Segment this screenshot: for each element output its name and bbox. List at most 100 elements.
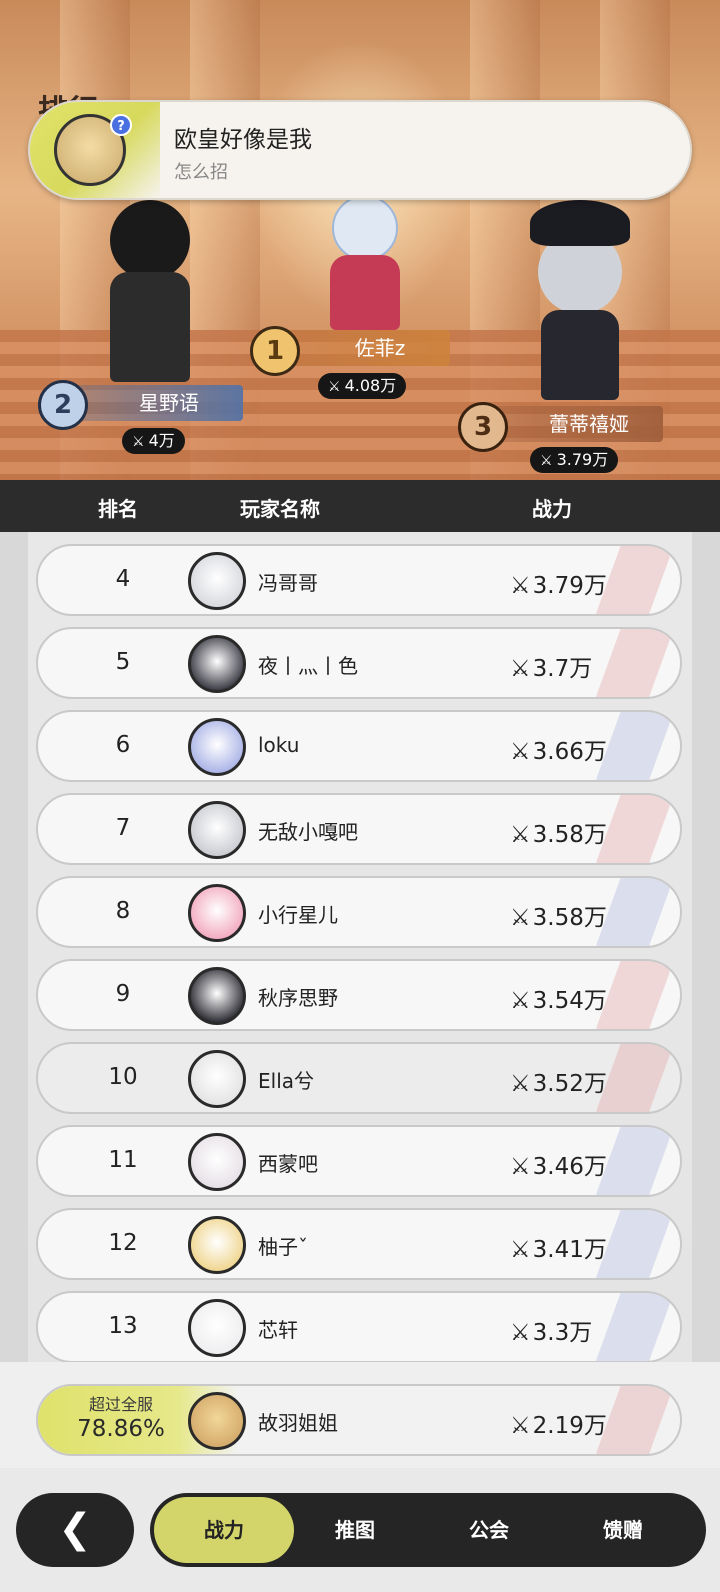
player-power-value: 2.19万 [532,1413,607,1439]
player-power: ⚔3.46万 [510,1147,607,1181]
notification-subtitle: 怎么招 [174,162,228,183]
avatar[interactable] [188,718,246,776]
column-player: 玩家名称 [240,497,320,521]
table-header: 排名 玩家名称 战力 [0,480,720,532]
swords-icon: ⚔ [510,573,531,599]
column-power: 战力 [532,497,572,521]
tab-gifts[interactable]: 馈赠 [558,1493,688,1567]
player-power: ⚔3.58万 [510,898,607,932]
back-button[interactable]: ❮ [16,1493,134,1567]
tab-power[interactable]: 战力 [154,1497,294,1563]
player-name: 柚子ˇ [258,1235,308,1259]
notification-card[interactable]: ? 欧皇好像是我 怎么招 [28,100,692,200]
rank-1-character[interactable] [310,195,420,330]
avatar[interactable] [188,967,246,1025]
character-head [332,195,398,261]
table-row[interactable]: 5 夜丨灬丨色 ⚔3.7万 [36,627,682,699]
character-body [541,310,619,400]
player-power-value: 3.41万 [532,1237,607,1263]
background-pillar [692,532,720,1362]
background-pillar [0,532,28,1362]
swords-icon: ⚔ [328,379,341,395]
rank-1-power-value: 4.08万 [344,376,397,395]
player-name: 芯轩 [258,1318,298,1342]
surpass-label: 超过全服 [88,1395,153,1414]
table-row[interactable]: 11 西蒙吧 ⚔3.46万 [36,1125,682,1197]
player-name: 夜丨灬丨色 [258,654,358,678]
rank-2-power-value: 4万 [148,431,175,450]
swords-icon: ⚔ [540,453,553,469]
rank-number: 13 [108,1313,138,1339]
player-name: 西蒙吧 [258,1152,318,1176]
rank-number: 12 [108,1230,138,1256]
player-power-value: 3.66万 [532,739,607,765]
swords-icon: ⚔ [510,1413,531,1439]
swords-icon: ⚔ [510,988,531,1014]
rank-2-character[interactable] [90,200,210,382]
tab-progress[interactable]: 推图 [290,1493,420,1567]
my-rank-row[interactable]: 超过全服 78.86% 故羽姐姐 ⚔2.19万 [36,1384,682,1456]
player-power-value: 3.58万 [532,822,607,848]
tab-bar: 战力 推图 公会 馈赠 [150,1493,706,1567]
rank-3-medal-icon: 3 [458,402,508,452]
decorative-key-icon [594,1293,672,1361]
table-row[interactable]: 7 无敌小嘎吧 ⚔3.58万 [36,793,682,865]
player-name: 冯哥哥 [258,571,318,595]
rank-number: 9 [115,981,131,1007]
player-power-value: 3.58万 [532,905,607,931]
rank-number: 10 [108,1064,138,1090]
avatar[interactable] [188,635,246,693]
player-name: 秋序思野 [258,986,338,1010]
player-name: loku [258,733,300,757]
avatar[interactable] [188,1216,246,1274]
avatar [188,1392,246,1450]
rank-number: 11 [108,1147,138,1173]
player-power-value: 3.54万 [532,988,607,1014]
question-badge-icon: ? [110,114,132,136]
player-name: 故羽姐姐 [258,1411,338,1435]
player-name: Ella兮 [258,1069,315,1093]
player-power: ⚔2.19万 [510,1406,607,1440]
avatar[interactable] [188,552,246,610]
rank-1-power: ⚔ 4.08万 [318,373,407,399]
swords-icon: ⚔ [510,1237,531,1263]
tab-guild[interactable]: 公会 [424,1493,554,1567]
player-power: ⚔3.79万 [510,566,607,600]
swords-icon: ⚔ [510,1071,531,1097]
swords-icon: ⚔ [510,1320,531,1346]
rank-3-character[interactable] [520,200,640,400]
table-row[interactable]: 13 芯轩 ⚔3.3万 [36,1291,682,1362]
swords-icon: ⚔ [132,434,145,450]
avatar[interactable] [188,1299,246,1357]
player-power: ⚔3.52万 [510,1064,607,1098]
decorative-key-icon [594,629,672,697]
player-power: ⚔3.54万 [510,981,607,1015]
bottom-nav: ❮ 战力 推图 公会 馈赠 [0,1468,720,1592]
avatar[interactable] [188,1050,246,1108]
swords-icon: ⚔ [510,739,531,765]
avatar[interactable] [188,801,246,859]
table-row[interactable]: 12 柚子ˇ ⚔3.41万 [36,1208,682,1280]
player-power-value: 3.52万 [532,1071,607,1097]
avatar[interactable] [188,1133,246,1191]
table-row[interactable]: 8 小行星儿 ⚔3.58万 [36,876,682,948]
column-rank: 排名 [98,497,138,521]
rank-number: 4 [115,566,131,592]
avatar[interactable] [188,884,246,942]
swords-icon: ⚔ [510,822,531,848]
player-power: ⚔3.41万 [510,1230,607,1264]
rank-number: 8 [115,898,131,924]
character-body [330,255,400,330]
table-row[interactable]: 9 秋序思野 ⚔3.54万 [36,959,682,1031]
player-power: ⚔3.66万 [510,732,607,766]
table-row[interactable]: 6 loku ⚔3.66万 [36,710,682,782]
chevron-left-icon: ❮ [58,1506,92,1552]
swords-icon: ⚔ [510,656,531,682]
rank-number: 5 [115,649,131,675]
table-row[interactable]: 10 Ella兮 ⚔3.52万 [36,1042,682,1114]
notification-title: 欧皇好像是我 [174,127,312,153]
character-body [110,272,190,382]
ranking-list[interactable]: 4 冯哥哥 ⚔3.79万 5 夜丨灬丨色 ⚔3.7万 6 loku ⚔3.66万 7 无敌小嘎吧 ⚔3… [0,532,720,1362]
table-row[interactable]: 4 冯哥哥 ⚔3.79万 [36,544,682,616]
rank-3-power: ⚔ 3.79万 [530,447,619,473]
